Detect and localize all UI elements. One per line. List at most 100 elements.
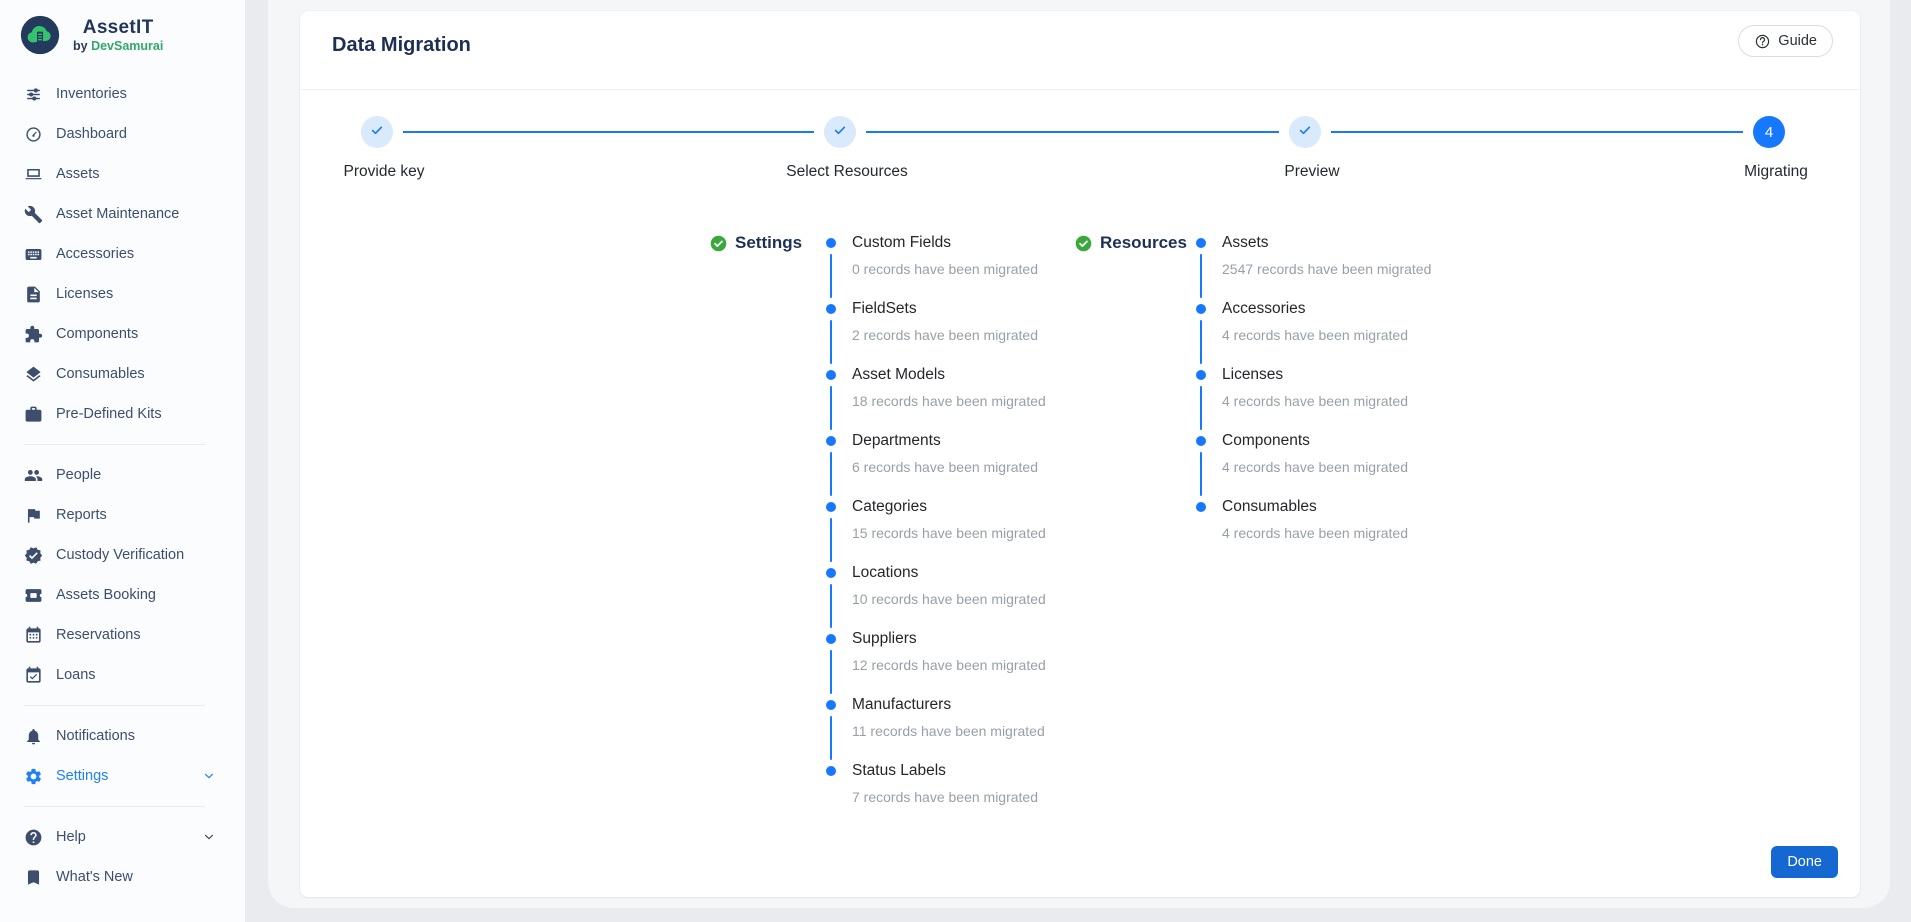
timeline-connector: [830, 254, 832, 298]
brand-by-name: DevSamurai: [91, 39, 163, 53]
step-label-provide-key: Provide key: [344, 163, 425, 181]
done-button[interactable]: Done: [1771, 846, 1838, 878]
timeline-dot-icon: [1196, 370, 1206, 380]
brand[interactable]: AssetIT by DevSamurai: [0, 0, 245, 64]
sidebar-item-label: Help: [56, 829, 86, 845]
timeline-item-categories: Categories 15 records have been migrated: [826, 496, 1156, 562]
timeline-connector: [830, 320, 832, 364]
sidebar-divider: [24, 705, 205, 706]
timeline-dot-icon: [1196, 502, 1206, 512]
brand-by-prefix: by: [73, 39, 88, 53]
timeline-item-subtitle: 10 records have been migrated: [852, 589, 1156, 609]
badge-check-icon: [24, 546, 43, 565]
sidebar-item-what-s-new[interactable]: What's New: [0, 857, 245, 897]
flag-icon: [24, 506, 43, 525]
sidebar-item-custody-verification[interactable]: Custody Verification: [0, 535, 245, 575]
timeline-item-subtitle: 15 records have been migrated: [852, 523, 1156, 543]
data-migration-card: Data Migration Guide Provide keySelect R…: [300, 11, 1860, 897]
chevron-down-icon: [201, 829, 217, 845]
timeline-item-subtitle: 12 records have been migrated: [852, 655, 1156, 675]
sidebar-item-components[interactable]: Components: [0, 314, 245, 354]
timeline-item-assets: Assets 2547 records have been migrated: [1196, 232, 1526, 298]
timeline-item-suppliers: Suppliers12 records have been migrated: [826, 628, 1156, 694]
timeline-item-subtitle: 0 records have been migrated: [852, 259, 1156, 279]
timeline-item-title: Departments: [852, 430, 1156, 452]
timeline-dot-icon: [1196, 304, 1206, 314]
timeline-item-fieldsets: FieldSets2 records have been migrated: [826, 298, 1156, 364]
sidebar-item-label: Loans: [56, 667, 96, 683]
sidebar-item-label: Dashboard: [56, 126, 127, 142]
timeline-resources: Assets 2547 records have been migrated Acc…: [1196, 232, 1526, 562]
sidebar-item-label: Reports: [56, 507, 107, 523]
brand-subtitle: by DevSamurai: [73, 39, 163, 54]
sidebar-item-accessories[interactable]: Accessories: [0, 234, 245, 274]
sidebar-nav: Inventories Dashboard Assets Asset Maintena…: [0, 64, 245, 897]
puzzle-icon: [24, 325, 43, 344]
sidebar-item-label: Assets: [56, 166, 100, 182]
check-icon: [1297, 122, 1313, 143]
timeline-item-title: Asset Models: [852, 364, 1156, 386]
timeline-dot-icon: [826, 634, 836, 644]
sidebar-item-assets[interactable]: Assets: [0, 154, 245, 194]
timeline-item-title: FieldSets: [852, 298, 1156, 320]
sidebar-item-assets-booking[interactable]: Assets Booking: [0, 575, 245, 615]
sidebar-item-inventories[interactable]: Inventories: [0, 74, 245, 114]
step-4-indicator: 4: [1753, 116, 1785, 148]
timeline-item-subtitle: 2547 records have been migrated: [1222, 259, 1526, 279]
sidebar-item-loans[interactable]: Loans: [0, 655, 245, 695]
timeline-dot-icon: [826, 304, 836, 314]
sidebar-item-consumables[interactable]: Consumables: [0, 354, 245, 394]
timeline-dot-icon: [826, 436, 836, 446]
timeline-item-departments: Departments 6 records have been migrated: [826, 430, 1156, 496]
timeline-item-subtitle: 4 records have been migrated: [1222, 523, 1526, 543]
timeline-connector: [1200, 254, 1202, 298]
timeline-item-title: Manufacturers: [852, 694, 1156, 716]
sidebar-item-label: Consumables: [56, 366, 145, 382]
timeline-connector: [830, 650, 832, 694]
timeline-connector: [830, 452, 832, 496]
timeline-item-title: Accessories: [1222, 298, 1526, 320]
timeline-item-subtitle: 6 records have been migrated: [852, 457, 1156, 477]
timeline-item-title: Status Labels: [852, 760, 1156, 782]
timeline-item-title: Categories: [852, 496, 1156, 518]
timeline-item-subtitle: 7 records have been migrated: [852, 787, 1156, 807]
wrench-icon: [24, 205, 43, 224]
brand-name: AssetIT: [83, 17, 154, 39]
timeline-item-subtitle: 4 records have been migrated: [1222, 457, 1526, 477]
step-3-indicator: [1289, 116, 1321, 148]
gauge-icon: [24, 125, 43, 144]
sidebar-item-dashboard[interactable]: Dashboard: [0, 114, 245, 154]
timeline-dot-icon: [1196, 436, 1206, 446]
sidebar-section: Inventories Dashboard Assets Asset Maintena…: [0, 74, 245, 434]
sidebar-item-label: Components: [56, 326, 138, 342]
toolbox-icon: [24, 405, 43, 424]
sidebar-item-reports[interactable]: Reports: [0, 495, 245, 535]
check-circle-icon: [1075, 235, 1092, 252]
sidebar-item-settings[interactable]: Settings: [0, 756, 245, 796]
sidebar-divider: [24, 444, 205, 445]
laptop-icon: [24, 165, 43, 184]
sidebar-item-reservations[interactable]: Reservations: [0, 615, 245, 655]
sidebar-item-notifications[interactable]: Notifications: [0, 716, 245, 756]
step-1-indicator: [361, 116, 393, 148]
sidebar-item-people[interactable]: People: [0, 455, 245, 495]
gear-icon: [24, 767, 43, 786]
timeline-item-title: Licenses: [1222, 364, 1526, 386]
sidebar-item-help[interactable]: Help: [0, 817, 245, 857]
timeline-connector: [1200, 386, 1202, 430]
calendar-check-icon: [24, 666, 43, 685]
sidebar-item-label: Settings: [56, 768, 108, 784]
timeline-connector: [830, 518, 832, 562]
sidebar-item-label: Asset Maintenance: [56, 206, 179, 222]
sidebar-item-asset-maintenance[interactable]: Asset Maintenance: [0, 194, 245, 234]
timeline-item-subtitle: 4 records have been migrated: [1222, 325, 1526, 345]
sidebar-item-pre-defined-kits[interactable]: Pre-Defined Kits: [0, 394, 245, 434]
step-connector: [1331, 131, 1743, 133]
timeline-connector: [830, 716, 832, 760]
sidebar-item-label: Pre-Defined Kits: [56, 406, 162, 422]
timeline-item-title: Assets: [1222, 232, 1526, 254]
step-connector: [866, 131, 1279, 133]
check-circle-icon: [710, 235, 727, 252]
sidebar-item-licenses[interactable]: Licenses: [0, 274, 245, 314]
step-label-preview: Preview: [1284, 163, 1339, 181]
